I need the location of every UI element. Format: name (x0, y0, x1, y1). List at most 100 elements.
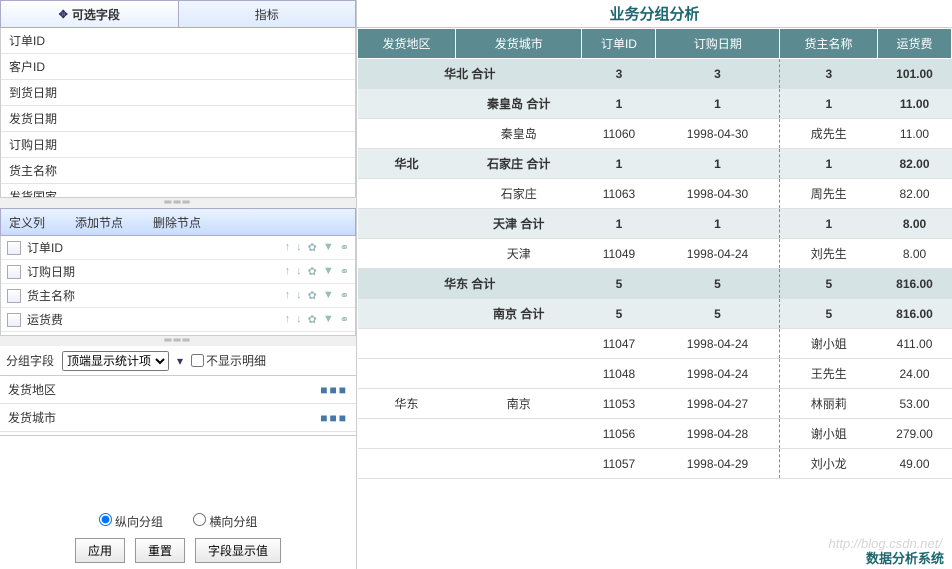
reset-button[interactable]: 重置 (135, 538, 185, 563)
gear-icon[interactable]: ✿ (308, 289, 317, 302)
col-header[interactable]: 发货地区 (358, 29, 456, 59)
link-icon[interactable]: ⚭ (340, 289, 349, 302)
define-columns-title: 定义列 (9, 214, 45, 231)
group-field-item[interactable]: 发货地区■■■ (0, 376, 356, 404)
table-cell: 11056 (582, 419, 656, 449)
table-cell: 华北 合计 (358, 59, 582, 89)
table-cell: 1998-04-29 (656, 449, 780, 479)
defined-column-item[interactable]: 订购日期↑↓✿▼⚭ (1, 260, 355, 284)
col-header[interactable]: 发货城市 (455, 29, 582, 59)
table-cell: 3 (780, 59, 878, 89)
table-cell: 411.00 (878, 329, 952, 359)
table-cell (358, 89, 456, 119)
col-header[interactable]: 订购日期 (656, 29, 780, 59)
table-cell: 谢小姐 (780, 329, 878, 359)
field-item[interactable]: 订单ID (1, 28, 355, 54)
move-up-icon[interactable]: ↑ (285, 289, 291, 302)
gear-icon[interactable]: ✿ (308, 241, 317, 254)
horizontal-group-radio[interactable]: 横向分组 (193, 513, 257, 530)
table-cell (358, 179, 456, 209)
group-field-item[interactable]: 发货城市■■■ (0, 404, 356, 432)
table-cell: 1 (780, 149, 878, 179)
defined-columns-list[interactable]: 订单ID↑↓✿▼⚭订购日期↑↓✿▼⚭货主名称↑↓✿▼⚭运货费↑↓✿▼⚭ (0, 236, 356, 336)
move-down-icon[interactable]: ↓ (296, 265, 302, 278)
col-header[interactable]: 订单ID (582, 29, 656, 59)
table-cell: 1998-04-24 (656, 239, 780, 269)
table-cell: 1 (780, 209, 878, 239)
group-field-name: 发货城市 (8, 409, 320, 426)
table-cell: 1 (582, 209, 656, 239)
table-row: 华东南京110531998-04-27林丽莉53.00 (358, 389, 952, 419)
table-cell (358, 329, 456, 359)
data-table-wrapper[interactable]: 发货地区发货城市订单ID订购日期货主名称运货费 华北 合计333101.00秦皇… (357, 28, 952, 569)
field-item[interactable]: 订购日期 (1, 132, 355, 158)
move-up-icon[interactable]: ↑ (285, 313, 291, 326)
table-cell: 1998-04-28 (656, 419, 780, 449)
field-display-button[interactable]: 字段显示值 (195, 538, 281, 563)
data-table: 发货地区发货城市订单ID订购日期货主名称运货费 华北 合计333101.00秦皇… (357, 28, 952, 479)
hide-detail-checkbox[interactable] (191, 354, 204, 367)
table-cell: 秦皇岛 (455, 119, 582, 149)
defined-column-item[interactable]: 订单ID↑↓✿▼⚭ (1, 236, 355, 260)
table-cell: 279.00 (878, 419, 952, 449)
col-header[interactable]: 货主名称 (780, 29, 878, 59)
resize-handle[interactable]: ═══ (0, 336, 356, 346)
filter-icon[interactable]: ▼ (323, 241, 334, 254)
tab-label: 可选字段 (72, 6, 120, 23)
hide-detail-checkbox-label[interactable]: 不显示明细 (191, 352, 266, 369)
defined-column-item[interactable]: 运货费↑↓✿▼⚭ (1, 308, 355, 332)
field-tabs: ✥可选字段 指标 (0, 0, 356, 28)
available-fields-list[interactable]: 订单ID客户ID到货日期发货日期订购日期货主名称发货国家 (0, 28, 356, 198)
table-body: 华北 合计333101.00秦皇岛 合计11111.00秦皇岛110601998… (358, 59, 952, 479)
tab-metrics[interactable]: 指标 (179, 1, 356, 27)
table-cell: 3 (582, 59, 656, 89)
group-field-action-icon[interactable]: ■■■ (320, 411, 348, 425)
delete-node-button[interactable]: 删除节点 (153, 214, 201, 231)
table-cell: 南京 合计 (455, 299, 582, 329)
filter-icon[interactable]: ▼ (323, 313, 334, 326)
table-cell: 816.00 (878, 269, 952, 299)
table-cell: 1998-04-30 (656, 119, 780, 149)
defined-column-item[interactable]: 货主名称↑↓✿▼⚭ (1, 284, 355, 308)
direction-radios: 纵向分组 横向分组 (6, 513, 350, 530)
group-field-action-icon[interactable]: ■■■ (320, 383, 348, 397)
field-item[interactable]: 发货国家 (1, 184, 355, 198)
gear-icon[interactable]: ✿ (308, 313, 317, 326)
table-row: 秦皇岛110601998-04-30成先生11.00 (358, 119, 952, 149)
table-row: 石家庄110631998-04-30周先生82.00 (358, 179, 952, 209)
apply-button[interactable]: 应用 (75, 538, 125, 563)
move-down-icon[interactable]: ↓ (296, 313, 302, 326)
field-item[interactable]: 发货日期 (1, 106, 355, 132)
vertical-group-radio[interactable]: 纵向分组 (99, 513, 163, 530)
table-cell: 石家庄 合计 (455, 149, 582, 179)
field-item[interactable]: 货主名称 (1, 158, 355, 184)
move-up-icon[interactable]: ↑ (285, 241, 291, 254)
move-down-icon[interactable]: ↓ (296, 289, 302, 302)
move-up-icon[interactable]: ↑ (285, 265, 291, 278)
move-down-icon[interactable]: ↓ (296, 241, 302, 254)
link-icon[interactable]: ⚭ (340, 241, 349, 254)
tab-optional-fields[interactable]: ✥可选字段 (1, 1, 179, 27)
table-row: 110561998-04-28谢小姐279.00 (358, 419, 952, 449)
field-item[interactable]: 客户ID (1, 54, 355, 80)
table-cell (358, 239, 456, 269)
table-cell: 1 (656, 89, 780, 119)
gear-icon[interactable]: ✿ (308, 265, 317, 278)
table-row: 华北石家庄 合计11182.00 (358, 149, 952, 179)
link-icon[interactable]: ⚭ (340, 313, 349, 326)
dropdown-icon[interactable]: ▾ (177, 354, 183, 368)
add-node-button[interactable]: 添加节点 (75, 214, 123, 231)
table-cell (358, 299, 456, 329)
filter-icon[interactable]: ▼ (323, 265, 334, 278)
group-fields-list[interactable]: 发货地区■■■发货城市■■■ (0, 376, 356, 436)
left-panel: ✥可选字段 指标 订单ID客户ID到货日期发货日期订购日期货主名称发货国家 ══… (0, 0, 357, 569)
stat-position-select[interactable]: 顶端显示统计项 (62, 351, 169, 371)
col-header[interactable]: 运货费 (878, 29, 952, 59)
resize-handle[interactable]: ═══ (0, 198, 356, 208)
link-icon[interactable]: ⚭ (340, 265, 349, 278)
field-item[interactable]: 到货日期 (1, 80, 355, 106)
table-cell: 1 (656, 209, 780, 239)
table-cell (358, 119, 456, 149)
table-cell: 1 (582, 89, 656, 119)
filter-icon[interactable]: ▼ (323, 289, 334, 302)
